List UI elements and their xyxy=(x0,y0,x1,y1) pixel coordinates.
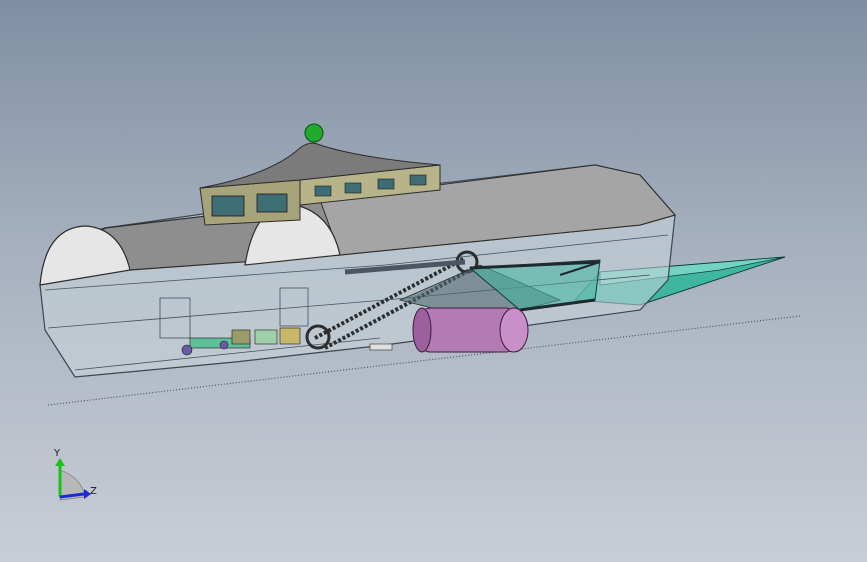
cad-viewport[interactable]: Y Z xyxy=(0,0,867,562)
model-canvas[interactable]: Y Z xyxy=(0,0,867,562)
z-axis-label: Z xyxy=(90,486,97,497)
beacon-light[interactable] xyxy=(304,123,324,143)
y-axis-label: Y xyxy=(53,448,61,459)
view-orientation-triad[interactable]: Y Z xyxy=(53,448,97,501)
